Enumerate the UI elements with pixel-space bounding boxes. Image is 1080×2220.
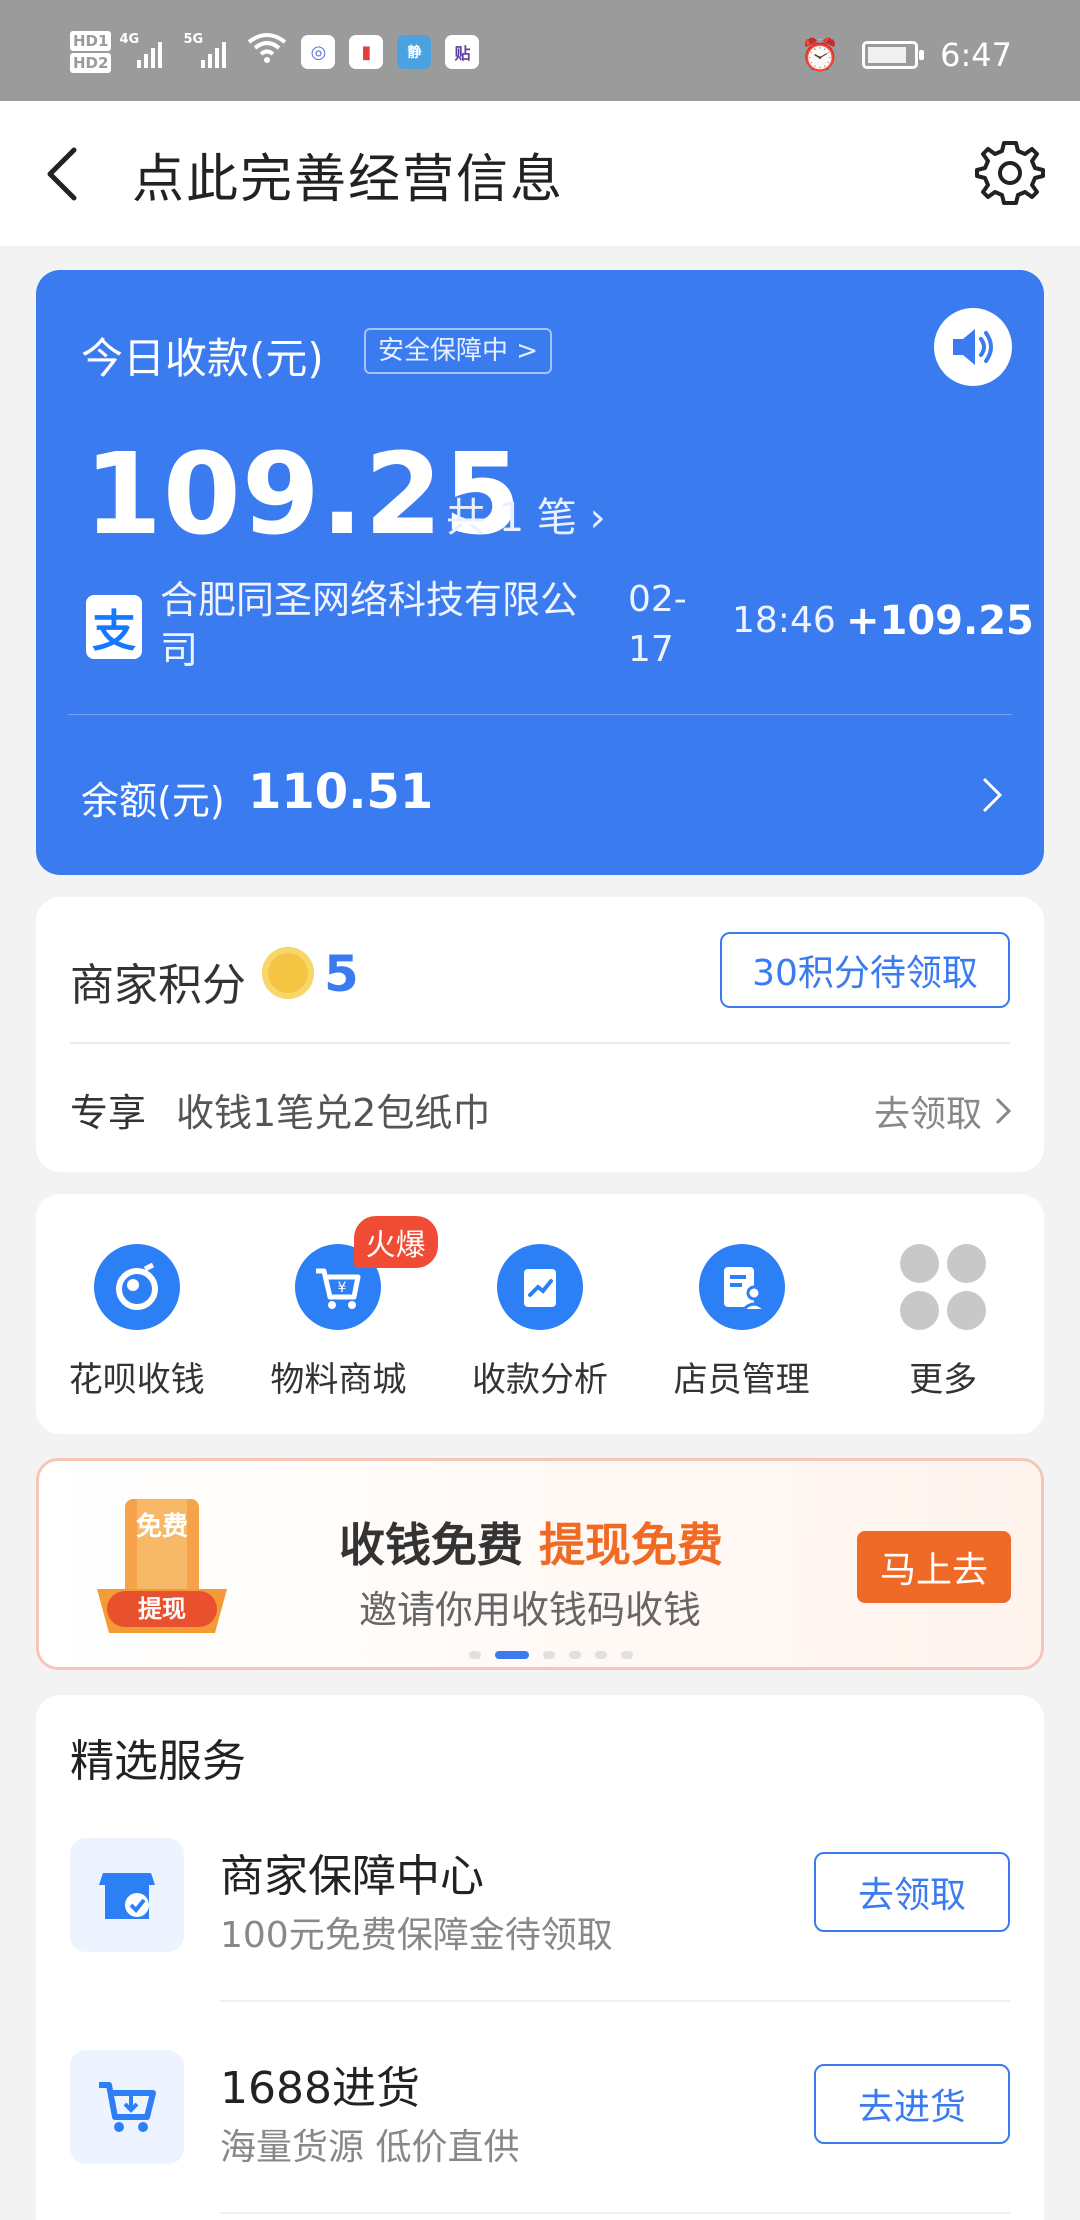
quick-action-staff[interactable]: 店员管理 bbox=[641, 1244, 843, 1401]
divider bbox=[68, 714, 1012, 715]
transaction-count-link[interactable]: 共 1 笔 › bbox=[446, 485, 606, 543]
signal-4g-label: 4G bbox=[119, 32, 140, 47]
notification-app-icon: 贴 bbox=[445, 35, 480, 69]
carousel-dot bbox=[569, 1651, 581, 1659]
battery-icon bbox=[862, 41, 925, 69]
banner-title: 收钱免费 提现免费 bbox=[339, 1509, 723, 1575]
voice-broadcast-button[interactable] bbox=[934, 308, 1012, 386]
hot-badge: 火爆 bbox=[353, 1216, 438, 1268]
quick-action-label: 店员管理 bbox=[673, 1360, 810, 1400]
carousel-dot bbox=[469, 1651, 481, 1659]
quick-action-label: 更多 bbox=[909, 1360, 978, 1400]
hd2-label: HD2 bbox=[70, 53, 112, 73]
exclusive-offer-text: 收钱1笔兑2包纸巾 bbox=[176, 1091, 491, 1135]
service-desc: 海量货源 低价直供 bbox=[220, 2127, 520, 2168]
back-button[interactable] bbox=[42, 139, 102, 209]
quick-action-label: 物料商城 bbox=[270, 1360, 407, 1400]
speaker-icon bbox=[953, 329, 993, 365]
signal-4g-icon: 4G bbox=[119, 32, 175, 72]
notification-app-icon: ▮ bbox=[349, 35, 384, 69]
quick-action-label: 花呗收钱 bbox=[68, 1360, 205, 1400]
banner-subtitle: 邀请你用收钱码收钱 bbox=[359, 1588, 702, 1632]
service-action-button[interactable]: 去领取 bbox=[814, 1852, 1010, 1932]
huabei-icon bbox=[93, 1244, 180, 1330]
free-withdraw-icon: 免费 提现 bbox=[97, 1499, 227, 1633]
banner-title-b: 提现免费 bbox=[539, 1518, 724, 1572]
staff-icon bbox=[698, 1244, 785, 1330]
cart-download-icon bbox=[70, 2050, 184, 2164]
more-grid-icon bbox=[900, 1244, 987, 1330]
security-badge[interactable]: 安全保障中 > bbox=[364, 328, 553, 374]
claim-points-button[interactable]: 30积分待领取 bbox=[720, 932, 1010, 1008]
exclusive-claim-link[interactable]: 去领取 bbox=[874, 1085, 1012, 1137]
divider bbox=[220, 2000, 1010, 2002]
status-bar: HD1 HD2 4G 5G ◎ ▮ 静 贴 ⏰ 6:47 bbox=[0, 0, 1080, 101]
points-label: 商家积分 bbox=[70, 960, 246, 1011]
service-item-merchant-protection[interactable]: 商家保障中心 100元免费保障金待领取 去领取 bbox=[70, 1838, 1010, 2008]
quick-action-label: 收款分析 bbox=[471, 1360, 608, 1400]
svg-text:提现: 提现 bbox=[138, 1595, 186, 1623]
signal-5g-icon: 5G bbox=[183, 32, 239, 72]
back-arrow-icon bbox=[47, 147, 77, 201]
hd-indicator: HD1 HD2 bbox=[70, 30, 112, 74]
divider bbox=[220, 2212, 1010, 2214]
transaction-date: 02-17 bbox=[628, 579, 687, 670]
today-income-card[interactable]: 今日收款(元) 安全保障中 > 109.25 共 1 笔 › 支 合肥同圣网络科… bbox=[36, 270, 1044, 875]
service-item-1688[interactable]: 1688进货 海量货源 低价直供 去进货 bbox=[70, 2050, 1010, 2220]
quick-action-materials-shop[interactable]: 火爆 ¥ 物料商城 bbox=[238, 1216, 440, 1401]
featured-services-card: 精选服务 商家保障中心 100元免费保障金待领取 去领取 1688进货 海量货源… bbox=[36, 1695, 1044, 2220]
notification-app-icon: ◎ bbox=[301, 35, 336, 69]
balance-value: 110.51 bbox=[248, 764, 434, 820]
clock: 6:47 bbox=[940, 36, 1012, 74]
carousel-dot bbox=[621, 1651, 633, 1659]
svg-text:免费: 免费 bbox=[136, 1511, 188, 1542]
page-title[interactable]: 点此完善经营信息 bbox=[132, 137, 564, 212]
quick-action-analysis[interactable]: 收款分析 bbox=[439, 1244, 641, 1401]
service-name: 商家保障中心 bbox=[220, 1851, 484, 1902]
merchant-points-card: 商家积分 5 30积分待领取 专享 收钱1笔兑2包纸巾 去领取 bbox=[36, 897, 1044, 1172]
services-title: 精选服务 bbox=[70, 1736, 246, 1787]
carousel-indicator bbox=[469, 1651, 633, 1659]
chevron-right-icon[interactable] bbox=[980, 775, 1004, 815]
divider bbox=[70, 1042, 1010, 1044]
title-bar: 点此完善经营信息 bbox=[0, 101, 1080, 246]
notification-app-icon: 静 bbox=[397, 35, 432, 69]
quick-action-huabei[interactable]: 花呗收钱 bbox=[36, 1244, 238, 1401]
chevron-right-icon bbox=[995, 1097, 1012, 1125]
svg-text:¥: ¥ bbox=[338, 1280, 347, 1296]
service-action-button[interactable]: 去进货 bbox=[814, 2064, 1010, 2144]
carousel-dot bbox=[543, 1651, 555, 1659]
transaction-time: 18:46 bbox=[732, 600, 836, 641]
carousel-dot bbox=[595, 1651, 607, 1659]
carousel-dot-active bbox=[495, 1651, 529, 1659]
service-name: 1688进货 bbox=[220, 2063, 420, 2114]
transaction-payer-name: 合肥同圣网络科技有限公司 bbox=[160, 578, 579, 672]
promo-banner[interactable]: 免费 提现 收钱免费 提现免费 邀请你用收钱码收钱 马上去 bbox=[36, 1458, 1044, 1670]
analysis-icon bbox=[496, 1244, 583, 1330]
signal-5g-label: 5G bbox=[183, 32, 204, 47]
settings-gear-icon[interactable] bbox=[975, 137, 1045, 207]
hd1-label: HD1 bbox=[70, 31, 112, 51]
exclusive-label: 专享 bbox=[70, 1091, 147, 1135]
banner-title-a: 收钱免费 bbox=[339, 1518, 523, 1572]
alipay-icon: 支 bbox=[86, 595, 142, 659]
quick-actions-card: 花呗收钱 火爆 ¥ 物料商城 收款分析 店员管理 更多 bbox=[36, 1194, 1044, 1434]
service-desc: 100元免费保障金待领取 bbox=[220, 1915, 613, 1956]
today-income-label: 今日收款(元) bbox=[81, 334, 324, 383]
coin-icon bbox=[262, 947, 314, 999]
banner-go-button[interactable]: 马上去 bbox=[857, 1531, 1011, 1603]
quick-action-more[interactable]: 更多 bbox=[842, 1244, 1044, 1401]
points-value: 5 bbox=[324, 945, 359, 1003]
exclusive-claim-label: 去领取 bbox=[873, 1094, 982, 1135]
alarm-icon: ⏰ bbox=[800, 36, 841, 74]
transaction-amount: +109.25 bbox=[846, 598, 1034, 644]
store-shield-icon bbox=[70, 1838, 184, 1952]
balance-label: 余额(元) bbox=[81, 779, 225, 823]
wifi-icon bbox=[247, 32, 287, 73]
